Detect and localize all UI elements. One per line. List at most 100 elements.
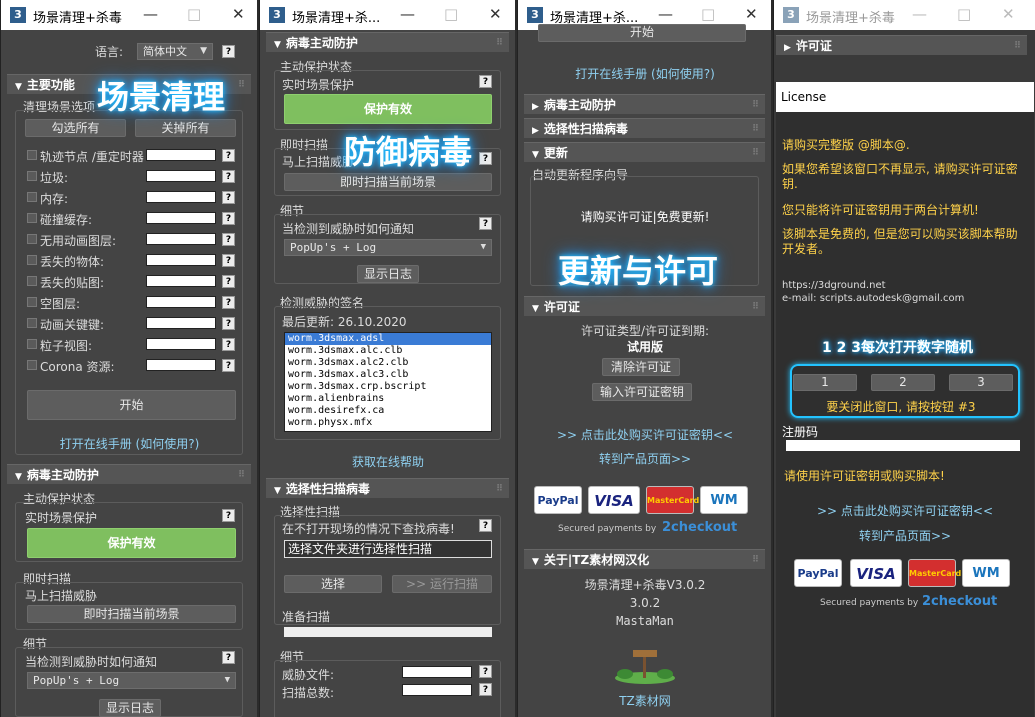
number-button-3[interactable]: 3 <box>949 374 1013 391</box>
close-button[interactable]: ✕ <box>489 5 502 23</box>
maximize-button[interactable]: □ <box>957 5 971 23</box>
buy-license-link[interactable]: >> 点击此处购买许可证密钥<< <box>776 502 1034 519</box>
online-help-link[interactable]: 获取在线帮助 <box>274 453 502 470</box>
item-checkbox[interactable] <box>27 360 37 370</box>
item-checkbox[interactable] <box>27 171 37 181</box>
email-text[interactable]: e-mail: scripts.autodesk@gmail.com <box>782 293 964 304</box>
signature-list[interactable]: worm.3dsmax.adsl worm.3dsmax.alc.clb worm.… <box>284 332 492 432</box>
buy-license-link[interactable]: >> 点击此处购买许可证密钥<< <box>526 426 764 443</box>
rollout-virus-protection[interactable]: ▼ 病毒主动防护 ⠿ <box>266 32 509 52</box>
item-checkbox[interactable] <box>27 234 37 244</box>
help-icon[interactable]: ? <box>222 338 235 351</box>
item-checkbox[interactable] <box>27 255 37 265</box>
help-icon[interactable]: ? <box>222 170 235 183</box>
rollout-selective-scan[interactable]: ▼ 选择性扫描病毒 ⠿ <box>266 478 509 498</box>
visa-logo[interactable]: VISA <box>850 559 902 587</box>
product-page-link[interactable]: 转到产品页面>> <box>526 450 764 467</box>
number-button-1[interactable]: 1 <box>793 374 857 391</box>
webmoney-logo[interactable]: WM <box>700 486 748 514</box>
visa-logo[interactable]: VISA <box>588 486 640 514</box>
signature-item[interactable]: worm.desirefx.ca <box>285 405 491 417</box>
enter-key-button[interactable]: 输入许可证密钥 <box>592 383 692 401</box>
scan-now-button[interactable]: 即时扫描当前场景 <box>284 173 492 191</box>
language-dropdown[interactable]: 简体中文 ▼ <box>137 43 213 60</box>
paypal-logo[interactable]: PayPal <box>794 559 842 587</box>
help-icon[interactable]: ? <box>222 275 235 288</box>
signature-item[interactable]: worm.alienbrains <box>285 393 491 405</box>
paypal-logo[interactable]: PayPal <box>534 486 582 514</box>
rollout-update[interactable]: ▼ 更新 ⠿ <box>524 142 765 162</box>
maximize-button[interactable]: □ <box>444 5 458 23</box>
reg-code-input[interactable] <box>786 440 1020 451</box>
protection-active-button[interactable]: 保护有效 <box>284 94 492 124</box>
minimize-button[interactable]: — <box>658 5 673 23</box>
maximize-button[interactable]: □ <box>701 5 715 23</box>
help-icon[interactable]: ? <box>479 75 492 88</box>
item-checkbox[interactable] <box>27 276 37 286</box>
help-icon[interactable]: ? <box>222 317 235 330</box>
minimize-button[interactable]: — <box>400 5 415 23</box>
clear-license-button[interactable]: 清除许可证 <box>602 358 680 376</box>
maximize-button[interactable]: □ <box>187 5 201 23</box>
close-button[interactable]: ✕ <box>1002 5 1015 23</box>
rollout-selective-scan[interactable]: ▶ 选择性扫描病毒 ⠿ <box>524 118 765 138</box>
uncheck-all-button[interactable]: 关掉所有 <box>135 119 236 137</box>
help-icon[interactable]: ? <box>222 233 235 246</box>
check-all-button[interactable]: 勾选所有 <box>25 119 126 137</box>
help-icon[interactable]: ? <box>222 254 235 267</box>
item-checkbox[interactable] <box>27 192 37 202</box>
start-button[interactable]: 开始 <box>538 24 746 42</box>
minimize-button[interactable]: — <box>143 5 158 23</box>
manual-link[interactable]: 打开在线手册 (如何使用?) <box>15 435 244 452</box>
help-icon[interactable]: ? <box>222 212 235 225</box>
about-site-link[interactable]: TZ素材网 <box>526 692 764 709</box>
select-button[interactable]: 选择 <box>284 575 382 593</box>
item-checkbox[interactable] <box>27 213 37 223</box>
help-icon[interactable]: ? <box>479 217 492 230</box>
rollout-virus-protection[interactable]: ▼ 病毒主动防护 ⠿ <box>7 464 251 484</box>
help-icon[interactable]: ? <box>222 509 235 522</box>
item-checkbox[interactable] <box>27 150 37 160</box>
rollout-virus-protection[interactable]: ▶ 病毒主动防护 ⠿ <box>524 94 765 114</box>
help-icon[interactable]: ? <box>222 149 235 162</box>
folder-input[interactable]: 选择文件夹进行选择性扫描 <box>284 540 492 558</box>
help-icon[interactable]: ? <box>222 651 235 664</box>
signature-item[interactable]: worm.3dsmax.alc3.clb <box>285 369 491 381</box>
notify-dropdown[interactable]: PopUp's + Log ▼ <box>27 672 236 689</box>
signature-item[interactable]: worm.3dsmax.adsl <box>285 333 491 345</box>
rollout-license[interactable]: ▶ 许可证 ⠿ <box>776 35 1027 55</box>
run-scan-button[interactable]: >> 运行扫描 <box>392 575 492 593</box>
help-icon[interactable]: ? <box>479 665 492 678</box>
minimize-button[interactable]: — <box>912 5 927 23</box>
show-log-button[interactable]: 显示日志 <box>99 699 161 717</box>
signature-item[interactable]: worm.3dsmax.alc.clb <box>285 345 491 357</box>
signature-item[interactable]: worm.3dsmax.crp.bscript <box>285 381 491 393</box>
help-icon[interactable]: ? <box>222 191 235 204</box>
help-icon[interactable]: ? <box>479 152 492 165</box>
show-log-button[interactable]: 显示日志 <box>357 265 419 283</box>
number-button-2[interactable]: 2 <box>871 374 935 391</box>
help-icon[interactable]: ? <box>479 519 492 532</box>
close-button[interactable]: ✕ <box>745 5 758 23</box>
manual-link[interactable]: 打开在线手册 (如何使用?) <box>526 65 764 82</box>
protection-active-button[interactable]: 保护有效 <box>27 528 236 558</box>
help-icon[interactable]: ? <box>222 296 235 309</box>
item-checkbox[interactable] <box>27 318 37 328</box>
product-page-link[interactable]: 转到产品页面>> <box>776 527 1034 544</box>
rollout-about[interactable]: ▼ 关于|TZ素材网汉化 ⠿ <box>524 549 765 569</box>
notify-dropdown[interactable]: PopUp's + Log ▼ <box>284 239 492 256</box>
help-icon[interactable]: ? <box>222 45 235 58</box>
rollout-license[interactable]: ▼ 许可证 ⠿ <box>524 296 765 316</box>
help-icon[interactable]: ? <box>479 683 492 696</box>
scan-now-button[interactable]: 即时扫描当前场景 <box>27 605 236 623</box>
mastercard-logo[interactable]: MasterCard <box>908 559 961 587</box>
start-button[interactable]: 开始 <box>27 390 236 420</box>
item-checkbox[interactable] <box>27 297 37 307</box>
item-checkbox[interactable] <box>27 339 37 349</box>
signature-item[interactable]: worm.3dsmax.alc2.clb <box>285 357 491 369</box>
webmoney-logo[interactable]: WM <box>962 559 1010 587</box>
close-button[interactable]: ✕ <box>232 5 245 23</box>
website-url[interactable]: https://3dground.net <box>782 280 886 291</box>
mastercard-logo[interactable]: MasterCard <box>646 486 699 514</box>
help-icon[interactable]: ? <box>222 359 235 372</box>
